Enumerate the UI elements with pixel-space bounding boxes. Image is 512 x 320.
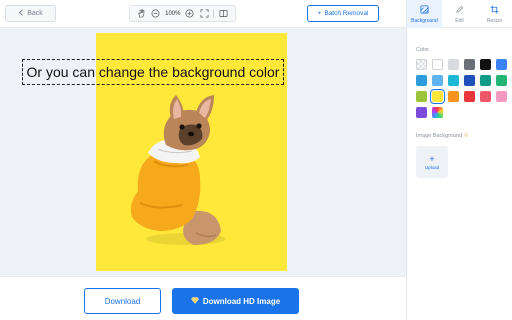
color-swatch-teal[interactable] (480, 75, 491, 86)
color-swatch-green[interactable] (496, 75, 507, 86)
download-hd-button[interactable]: Download HD Image (172, 288, 299, 314)
tab-background-label: Background (411, 17, 438, 24)
editor-canvas: Or you can change the background color (0, 28, 406, 276)
tab-edit-label: Edit (455, 17, 464, 24)
bottom-action-bar: Download Download HD Image (0, 276, 406, 320)
color-swatch-coral[interactable] (480, 91, 491, 102)
color-swatch-light-blue[interactable] (432, 75, 443, 86)
download-hd-label: Download HD Image (202, 296, 281, 306)
tab-edit[interactable]: Edit (442, 0, 477, 28)
zoom-in-icon[interactable] (184, 8, 195, 19)
color-swatch-grid (416, 59, 512, 118)
download-button[interactable]: Download (84, 288, 161, 314)
color-swatch-navy[interactable] (464, 75, 475, 86)
crown-icon: ♕ (463, 133, 469, 139)
tab-resize-label: Resize (486, 17, 503, 24)
color-swatch-gradient[interactable] (432, 107, 443, 118)
batch-removal-label: Batch Removal (324, 10, 369, 17)
color-swatch-lime[interactable] (416, 91, 427, 102)
zoom-toolbar: 100% (129, 5, 236, 22)
color-swatch-red[interactable] (464, 91, 475, 102)
image-background-label: Image Background ♕ (416, 133, 469, 139)
zoom-level: 100% (165, 10, 181, 17)
compare-icon[interactable] (218, 8, 229, 19)
fit-screen-icon[interactable] (199, 8, 210, 19)
color-swatch-blue[interactable] (496, 59, 507, 70)
plus-icon: + (317, 10, 322, 17)
color-swatch-transparent[interactable] (416, 59, 427, 70)
color-swatch-white[interactable] (432, 59, 443, 70)
color-swatch-pink[interactable] (496, 91, 507, 102)
upload-label: Upload (424, 164, 440, 170)
color-swatch-dark-gray[interactable] (464, 59, 475, 70)
back-label: Back (27, 10, 43, 17)
hand-icon[interactable] (136, 8, 147, 19)
color-swatch-sky-blue[interactable] (416, 75, 427, 86)
tab-resize[interactable]: Resize (477, 0, 512, 28)
color-swatch-yellow[interactable] (430, 89, 445, 104)
panel-tabs: Background Edit Resize (407, 0, 512, 28)
edit-icon (455, 5, 464, 16)
color-swatch-orange[interactable] (448, 91, 459, 102)
text-overlay[interactable]: Or you can change the background color (22, 59, 284, 85)
color-section-label: Color (416, 47, 430, 53)
diamond-icon (190, 296, 199, 306)
plus-icon: + (429, 153, 435, 164)
top-toolbar: Back 100% + Batch Removal (0, 0, 406, 28)
batch-removal-button[interactable]: + Batch Removal (307, 5, 379, 22)
color-swatch-black[interactable] (480, 59, 491, 70)
right-panel: Background Edit Resize Color Image Backg… (406, 0, 512, 320)
chevron-left-icon (18, 9, 24, 18)
back-button[interactable]: Back (5, 5, 56, 22)
color-swatch-purple[interactable] (416, 107, 427, 118)
toolbar-divider (213, 9, 215, 18)
color-swatch-cyan[interactable] (448, 75, 459, 86)
crop-icon (490, 4, 499, 16)
color-swatch-light-gray[interactable] (448, 59, 459, 70)
background-icon (420, 4, 429, 16)
upload-background-button[interactable]: + Upload (416, 146, 448, 178)
zoom-out-icon[interactable] (150, 8, 161, 19)
tab-background[interactable]: Background (407, 0, 442, 28)
